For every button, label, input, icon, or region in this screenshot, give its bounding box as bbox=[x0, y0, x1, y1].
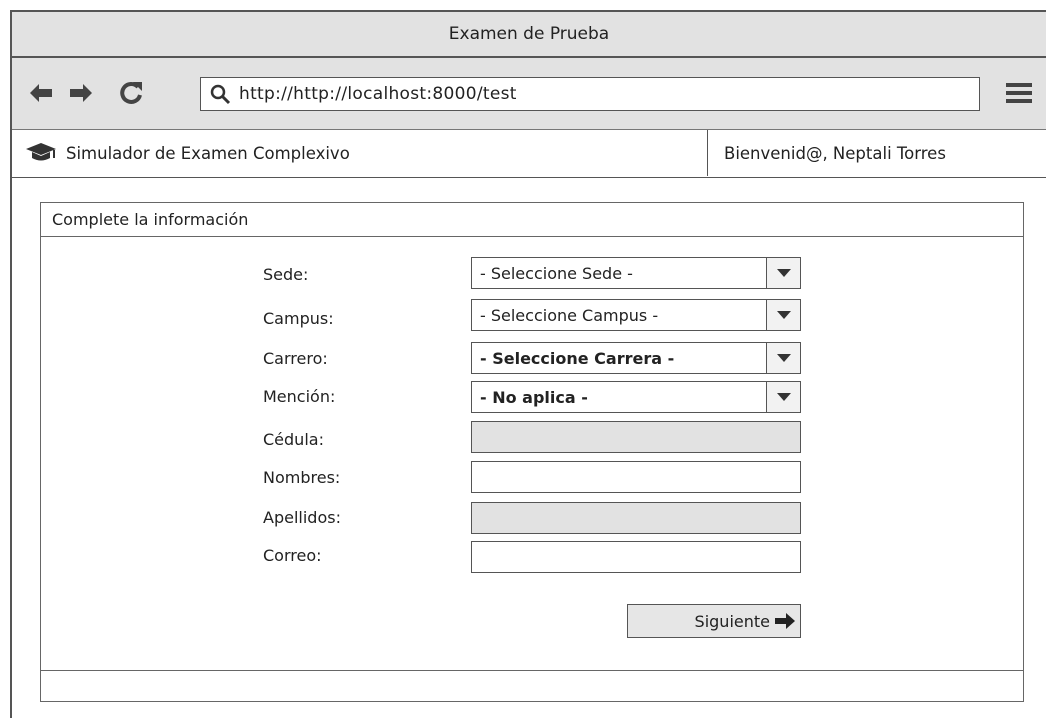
sede-select[interactable]: - Seleccione Sede - bbox=[471, 257, 801, 289]
chevron-down-icon[interactable] bbox=[766, 382, 800, 412]
mencion-label: Mención: bbox=[263, 387, 336, 406]
app-title: Simulador de Examen Complexivo bbox=[66, 143, 350, 163]
url-text: http://http://localhost:8000/test bbox=[239, 84, 517, 104]
carrera-select[interactable]: - Seleccione Carrera - bbox=[471, 342, 801, 374]
nombres-field[interactable] bbox=[471, 461, 801, 493]
cedula-label: Cédula: bbox=[263, 430, 324, 449]
hamburger-menu-icon[interactable] bbox=[1004, 80, 1034, 106]
campus-label: Campus: bbox=[263, 309, 334, 328]
chevron-down-icon[interactable] bbox=[766, 343, 800, 373]
apellidos-field bbox=[471, 502, 801, 534]
browser-toolbar: http://http://localhost:8000/test bbox=[12, 58, 1046, 130]
carrera-label: Carrero: bbox=[263, 349, 328, 368]
mencion-select[interactable]: - No aplica - bbox=[471, 381, 801, 413]
campus-select[interactable]: - Seleccione Campus - bbox=[471, 299, 801, 331]
form-panel-footer bbox=[41, 670, 1023, 671]
welcome-message: Bienvenid@, Neptali Torres bbox=[707, 130, 1046, 176]
apellidos-label: Apellidos: bbox=[263, 508, 341, 527]
back-arrow-icon[interactable] bbox=[26, 78, 56, 108]
nombres-label: Nombres: bbox=[263, 468, 341, 487]
app-brand[interactable]: Simulador de Examen Complexivo bbox=[24, 130, 350, 176]
form-panel-header: Complete la información bbox=[41, 203, 1023, 237]
window-title: Examen de Prueba bbox=[448, 24, 610, 44]
sede-label: Sede: bbox=[263, 265, 309, 284]
siguiente-button[interactable]: Siguiente bbox=[627, 604, 801, 638]
form-panel: Complete la información Sede: - Seleccio… bbox=[40, 202, 1024, 702]
chevron-down-icon[interactable] bbox=[766, 300, 800, 330]
graduation-cap-icon bbox=[26, 143, 56, 161]
chevron-down-icon[interactable] bbox=[766, 258, 800, 288]
arrow-right-icon bbox=[775, 613, 795, 629]
forward-arrow-icon[interactable] bbox=[66, 78, 96, 108]
reload-icon[interactable] bbox=[116, 78, 146, 108]
browser-window: Examen de Prueba http://http://localhost… bbox=[10, 10, 1046, 718]
correo-field[interactable] bbox=[471, 541, 801, 573]
correo-label: Correo: bbox=[263, 546, 322, 565]
window-titlebar: Examen de Prueba bbox=[12, 12, 1046, 58]
search-icon bbox=[209, 83, 231, 105]
address-bar[interactable]: http://http://localhost:8000/test bbox=[200, 77, 980, 111]
cedula-field bbox=[471, 421, 801, 453]
app-header: Simulador de Examen Complexivo Bienvenid… bbox=[12, 130, 1046, 178]
